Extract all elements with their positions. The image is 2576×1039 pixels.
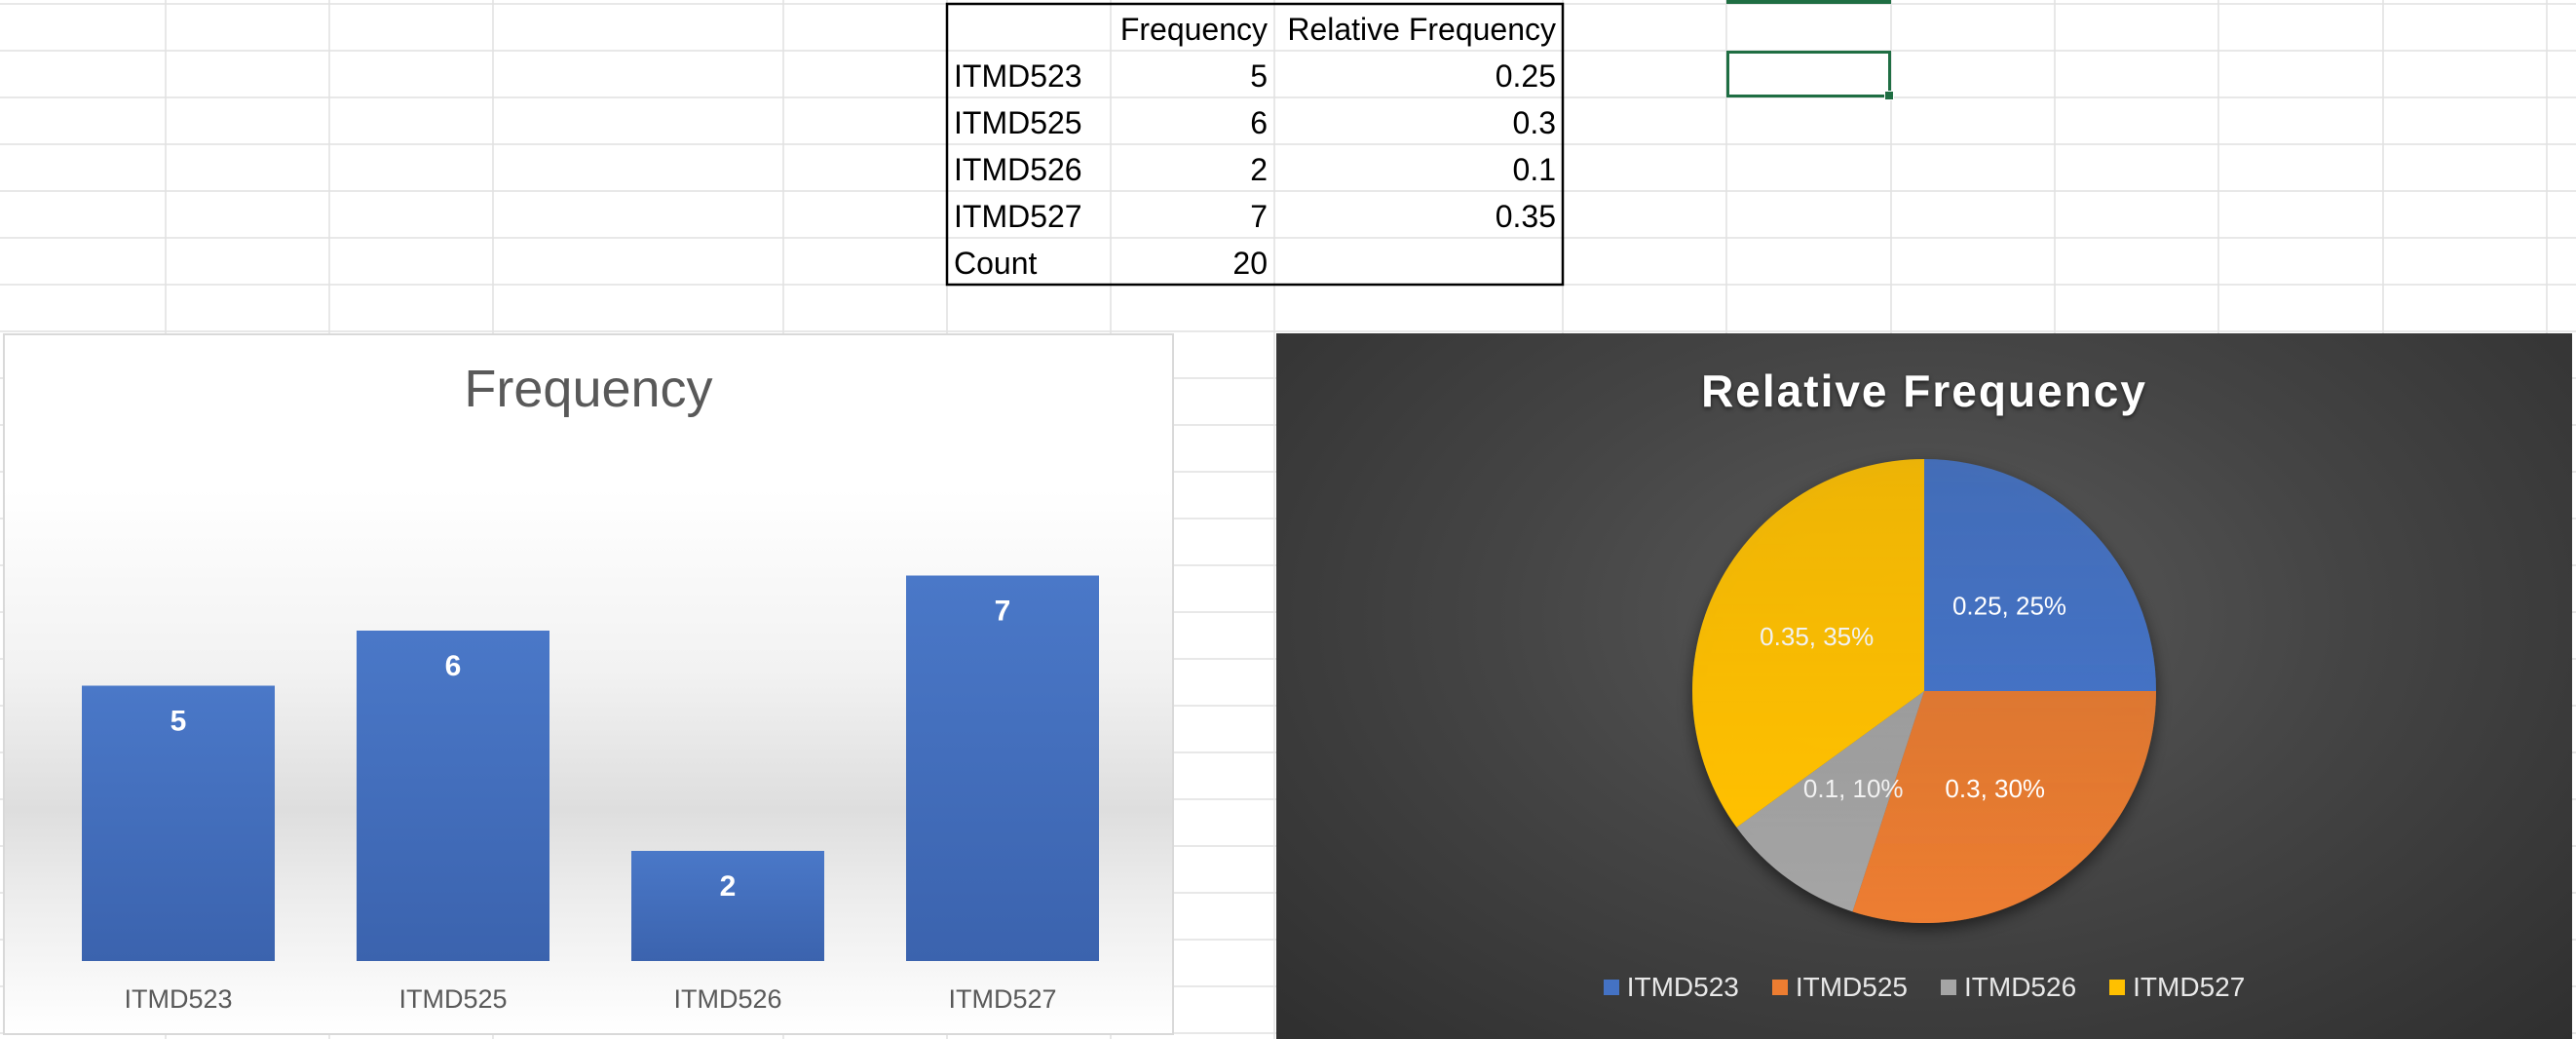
row-frequency[interactable]: 7 [1111,193,1274,240]
row-label[interactable]: ITMD525 [947,99,1111,146]
legend-label: ITMD526 [1964,972,2077,1002]
row-relative[interactable]: 0.25 [1274,53,1563,99]
pie-chart-legend[interactable]: ITMD523 ITMD525 ITMD526 ITMD527 [1276,972,2572,1003]
bar-chart-plot: 5 ITMD523 6 ITMD525 2 ITMD526 7 ITMD527 [82,575,1099,1014]
legend-swatch [1603,980,1619,995]
pie-data-label[interactable]: 0.25, 25% [1952,591,2066,620]
row-label[interactable]: ITMD526 [947,146,1111,193]
row-frequency[interactable]: 5 [1111,53,1274,99]
pie-slice-itmd523[interactable] [1924,459,2156,691]
bar-data-label[interactable]: 6 [445,650,462,682]
row-relative[interactable]: 0.35 [1274,193,1563,240]
header-frequency[interactable]: Frequency [1111,6,1274,53]
row-label[interactable]: ITMD523 [947,53,1111,99]
count-label[interactable]: Count [947,240,1111,287]
bar-data-label[interactable]: 2 [720,870,737,903]
row-label[interactable]: ITMD527 [947,193,1111,240]
legend-label: ITMD525 [1795,972,1908,1002]
relative-frequency-pie-chart[interactable]: Relative Frequency 0.25, 25% 0.3, 30% 0.1,… [1276,333,2572,1039]
bar-itmd526[interactable] [631,851,824,961]
x-axis-tick-label[interactable]: ITMD525 [398,984,507,1014]
legend-swatch [2109,980,2126,995]
legend-item-itmd526[interactable]: ITMD526 [1941,972,2076,1003]
row-relative[interactable]: 0.1 [1274,146,1563,193]
legend-item-itmd523[interactable]: ITMD523 [1603,972,1739,1003]
legend-swatch [1771,980,1788,995]
row-relative[interactable]: 0.3 [1274,99,1563,146]
legend-label: ITMD527 [2133,972,2246,1002]
legend-swatch [1941,980,1956,995]
x-axis-tick-label[interactable]: ITMD527 [948,984,1056,1014]
bar-itmd527[interactable] [906,575,1099,962]
legend-item-itmd525[interactable]: ITMD525 [1771,972,1908,1003]
header-relative-frequency[interactable]: Relative Frequency [1274,6,1563,53]
pie-data-label[interactable]: 0.35, 35% [1760,622,1874,651]
x-axis-tick-label[interactable]: ITMD526 [673,984,781,1014]
x-axis-tick-label[interactable]: ITMD523 [124,984,232,1014]
pie-chart-plot: 0.25, 25% 0.3, 30% 0.1, 10% 0.35, 35% [1692,459,2156,923]
count-value[interactable]: 20 [1111,240,1274,287]
bar-data-label[interactable]: 5 [170,706,187,738]
legend-item-itmd527[interactable]: ITMD527 [2109,972,2245,1003]
bar-data-label[interactable]: 7 [995,596,1011,628]
frequency-bar-chart[interactable]: Frequency 5 ITMD523 6 ITMD525 2 ITMD526 7 ITMD5… [3,333,1174,1035]
row-frequency[interactable]: 6 [1111,99,1274,146]
legend-label: ITMD523 [1626,972,1739,1002]
row-frequency[interactable]: 2 [1111,146,1274,193]
pie-data-label[interactable]: 0.1, 10% [1803,774,1904,803]
pie-data-label[interactable]: 0.3, 30% [1945,774,2045,803]
